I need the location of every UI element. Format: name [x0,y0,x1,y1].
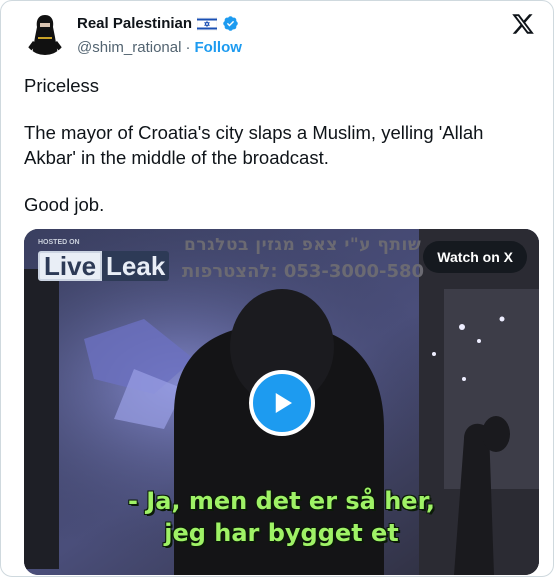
author-display-name[interactable]: Real Palestinian [77,15,192,32]
liveleak-logo-leak: Leak [102,251,170,281]
liveleak-logo-live: Live [38,251,103,281]
avatar[interactable] [23,11,67,55]
hosted-on-caption: HOSTED ON [38,239,80,246]
follow-button[interactable]: Follow [194,39,242,56]
watch-on-x-button[interactable]: Watch on X [423,241,527,273]
play-icon [275,393,292,413]
tweet-text: Priceless The mayor of Croatia's city sl… [24,73,534,239]
tweet-paragraph: Priceless [24,75,100,96]
liveleak-logo: Live Leak [38,251,170,281]
author-handle[interactable]: @shim_rational [77,39,181,56]
tweet-card: Real Palestinian @shim_rational · Follow [0,0,554,577]
play-button[interactable] [249,370,315,436]
author-handle-row: @shim_rational · Follow [77,39,242,56]
overlay-hebrew-line-1: שותף ע"י צאפ מגזין בטלגרם [184,235,422,255]
separator-dot: · [185,39,191,56]
overlay-hebrew-line-2: 053-3000-580 :להצטרפות [182,261,425,282]
israel-flag-icon [196,16,218,31]
tweet-paragraph: Good job. [24,194,105,215]
video-subtitle-line-2: jeg har bygget et [164,519,399,547]
verified-badge-icon [222,15,239,32]
avatar-image [23,11,67,55]
author-name-row: Real Palestinian [77,15,239,32]
tweet-paragraph: The mayor of Croatia's city slaps a Musl… [24,122,484,168]
video-player[interactable]: HOSTED ON Live Leak שותף ע"י צאפ מגזין ב… [24,229,539,575]
x-logo-icon[interactable] [511,12,535,36]
video-subtitle-line-1: - Ja, men det er så her, [127,487,436,515]
